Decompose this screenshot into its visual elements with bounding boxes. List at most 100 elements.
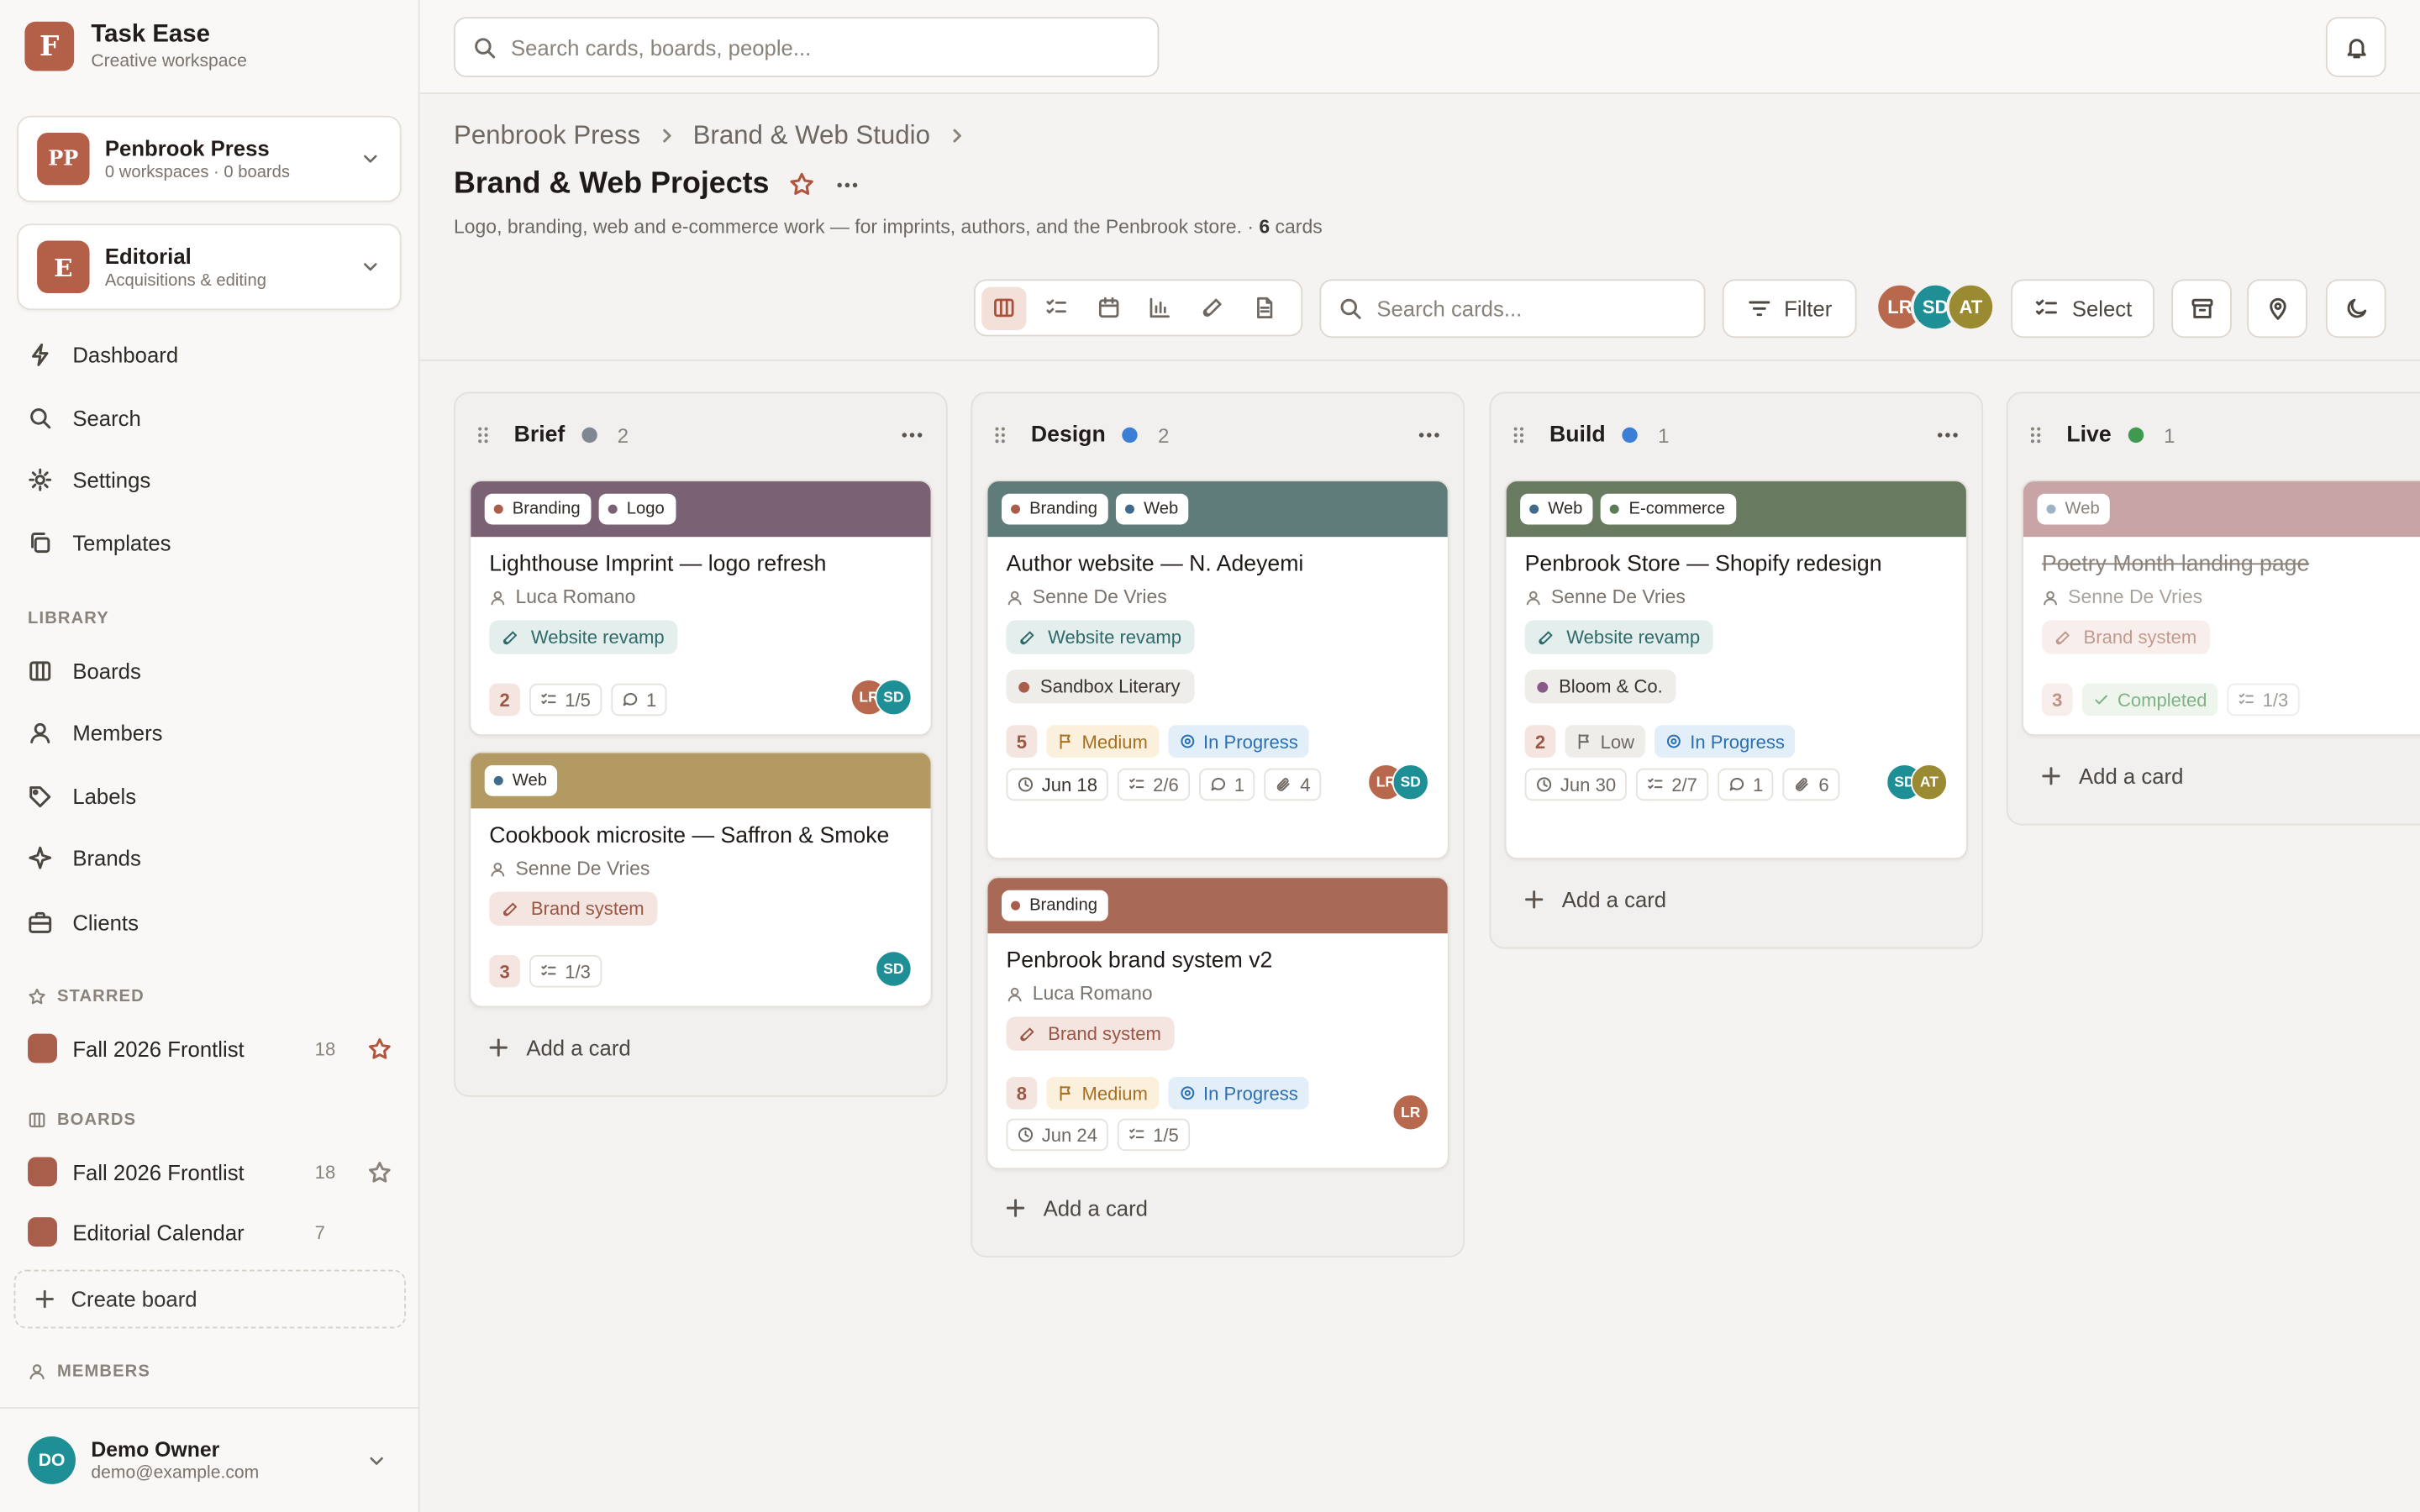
app-brand[interactable]: F Task Ease Creative workspace: [24, 21, 247, 71]
board-name: Editorial Calendar: [72, 1219, 245, 1245]
user-menu[interactable]: DO Demo Owner demo@example.com: [0, 1407, 418, 1512]
card[interactable]: Branding Logo Lighthouse Imprint — logo …: [469, 480, 933, 737]
workspace-switcher[interactable]: E Editorial Acquisitions & editing: [17, 223, 402, 311]
drag-handle-icon[interactable]: [989, 424, 1011, 446]
document-view-button[interactable]: [1243, 286, 1287, 329]
add-card-button[interactable]: Add a card: [1003, 1195, 1148, 1221]
app-subtitle: Creative workspace: [91, 52, 247, 71]
column-name: Design: [1030, 423, 1106, 448]
board-members[interactable]: LR SD AT: [1875, 282, 1996, 332]
page-title-row: Brand & Web Projects: [454, 166, 860, 202]
filter-button[interactable]: Filter: [1722, 279, 1857, 339]
avatar[interactable]: AT: [1946, 282, 1996, 332]
members-heading: MEMBERS: [28, 1362, 150, 1381]
card-number-badge: 3: [489, 954, 520, 988]
drag-handle-icon[interactable]: [2025, 424, 2047, 446]
bolt-icon: [32, 344, 49, 366]
top-bar: Search cards, boards, people...: [419, 0, 2420, 95]
sidebar-item-labels[interactable]: Labels: [28, 784, 136, 808]
column-name: Build: [1549, 423, 1606, 448]
card-cover: Web E-commerce: [1506, 481, 1966, 538]
avatar: LR: [1392, 1094, 1429, 1131]
calendar-view-button[interactable]: [1086, 286, 1130, 329]
select-button[interactable]: Select: [2011, 279, 2155, 339]
starred-board-fall-2026-frontlist[interactable]: Fall 2026 Frontlist 18: [28, 1033, 392, 1063]
add-card-button[interactable]: Add a card: [1522, 887, 1666, 911]
board-name: Fall 2026 Frontlist: [72, 1159, 245, 1184]
sidebar-item-clients[interactable]: Clients: [28, 911, 139, 935]
chart-view-button[interactable]: [1139, 286, 1183, 329]
status-badge: In Progress: [1654, 725, 1796, 758]
copy-icon: [31, 533, 50, 554]
comment-count: 1: [1717, 768, 1775, 801]
card[interactable]: Branding Web Author website — N. Adeyemi…: [986, 480, 1449, 860]
nav-dashboard[interactable]: Dashboard: [28, 343, 178, 367]
priority-badge: Low: [1565, 725, 1645, 758]
column-header: Design 2: [972, 393, 1463, 476]
notifications-button[interactable]: [2325, 17, 2386, 77]
tag-icon: [29, 786, 51, 808]
add-card-button[interactable]: Add a card: [487, 1035, 631, 1060]
sidebar-item-members[interactable]: Members: [28, 721, 163, 745]
board-view-button[interactable]: [981, 286, 1027, 330]
global-search-input[interactable]: Search cards, boards, people...: [453, 17, 1160, 77]
columns-icon: [29, 1112, 45, 1128]
checklist-icon: [1129, 1128, 1144, 1139]
columns-icon: [29, 661, 51, 681]
checklist-progress: 2/7: [1635, 768, 1708, 801]
checklist-progress: 2/6: [1117, 768, 1190, 801]
card[interactable]: Web Cookbook microsite — Saffron & Smoke…: [469, 751, 933, 1008]
board-header: Penbrook Press Brand & Web Studio Brand …: [419, 94, 2420, 361]
flag-icon: [1578, 733, 1589, 749]
nav-label: Search: [72, 406, 141, 431]
archive-button[interactable]: [2171, 279, 2232, 339]
create-board-button[interactable]: Create board: [13, 1269, 407, 1329]
checklist-progress: 1/5: [1117, 1118, 1190, 1152]
star-icon[interactable]: [367, 1159, 392, 1184]
sidebar-item-label: Brands: [72, 845, 141, 870]
board-item-editorial-calendar[interactable]: Editorial Calendar 7: [28, 1217, 392, 1247]
star-icon[interactable]: [789, 171, 815, 197]
sidebar: F Task Ease Creative workspace PP Penbro…: [0, 0, 420, 1512]
organization-switcher[interactable]: PP Penbrook Press 0 workspaces · 0 board…: [17, 115, 402, 202]
card-number-badge: 2: [489, 683, 520, 717]
link-view-button[interactable]: [1191, 286, 1235, 329]
drag-handle-icon[interactable]: [472, 424, 494, 446]
checklist-progress: 1/3: [529, 954, 602, 988]
checklist-icon: [1648, 778, 1663, 790]
more-horizontal-icon[interactable]: [1935, 423, 1960, 447]
status-badge: In Progress: [1167, 1077, 1309, 1110]
breadcrumb: Penbrook Press Brand & Web Studio: [454, 120, 982, 151]
sidebar-item-brands[interactable]: Brands: [28, 846, 141, 870]
nav-settings[interactable]: Settings: [28, 468, 150, 492]
card[interactable]: Web Poetry Month landing page Senne De V…: [2022, 480, 2420, 737]
board-item-fall-2026-frontlist[interactable]: Fall 2026 Frontlist 18: [28, 1157, 392, 1187]
more-horizontal-icon[interactable]: [835, 172, 860, 197]
theme-toggle-button[interactable]: [2325, 279, 2386, 339]
comment-count: 1: [610, 683, 668, 717]
progress-icon: [1180, 1086, 1194, 1100]
breadcrumb-org[interactable]: Penbrook Press: [454, 120, 640, 151]
user-email: demo@example.com: [91, 1464, 260, 1483]
nav-templates[interactable]: Templates: [28, 531, 171, 555]
add-card-button[interactable]: Add a card: [2039, 764, 2183, 789]
location-button[interactable]: [2247, 279, 2307, 339]
card[interactable]: Web E-commerce Penbrook Store — Shopify …: [1504, 480, 1968, 860]
card-search-input[interactable]: Search cards...: [1319, 279, 1706, 339]
nav-search[interactable]: Search: [28, 406, 141, 430]
page-title: Brand & Web Projects: [453, 166, 770, 201]
card[interactable]: Branding Penbrook brand system v2 Luca R…: [986, 876, 1449, 1170]
breadcrumb-workspace[interactable]: Brand & Web Studio: [693, 120, 930, 151]
more-horizontal-icon[interactable]: [1417, 423, 1441, 447]
user-icon: [29, 1364, 45, 1380]
bell-icon: [2346, 38, 2365, 58]
board-card-count: 7: [314, 1221, 325, 1243]
project-chip: Website revamp: [489, 620, 679, 654]
drag-handle-icon[interactable]: [1507, 424, 1529, 446]
star-icon[interactable]: [367, 1036, 392, 1060]
org-badge: PP: [37, 132, 90, 186]
sidebar-item-boards[interactable]: Boards: [28, 659, 141, 684]
checklist-view-button[interactable]: [1034, 286, 1078, 329]
label-pill: Branding: [1002, 493, 1108, 525]
more-horizontal-icon[interactable]: [900, 423, 924, 447]
